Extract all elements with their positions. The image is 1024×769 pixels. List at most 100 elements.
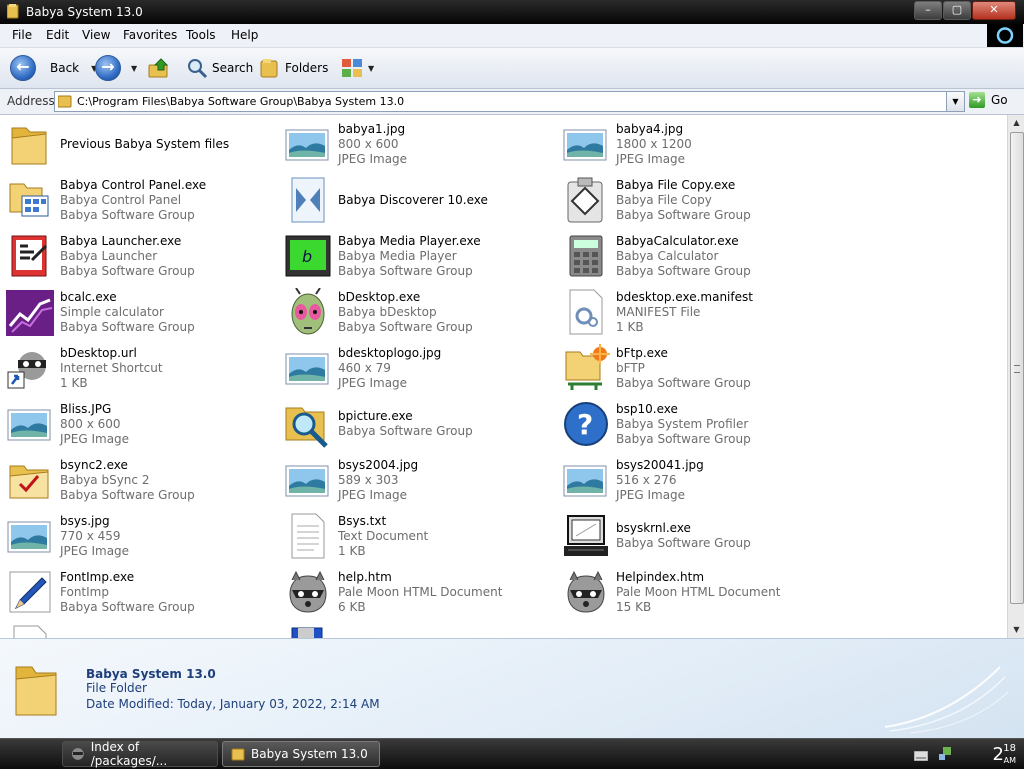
forward-button[interactable]: → ▼ xyxy=(95,55,137,81)
file-item-bliss-jpg[interactable]: Bliss.JPG 800 x 600 JPEG Image xyxy=(6,398,276,450)
file-detail-2: JPEG Image xyxy=(60,544,130,558)
file-detail-2: 1 KB xyxy=(616,320,644,334)
file-detail-1: Babya System Profiler xyxy=(616,417,749,431)
file-item-helpindex-htm[interactable]: Helpindex.htm Pale Moon HTML Document 15 K… xyxy=(562,566,832,618)
menu-help[interactable]: Help xyxy=(231,28,258,42)
computer-icon xyxy=(562,512,610,560)
toolbar: ← Back ▼ → ▼ Search Folders ▼ xyxy=(0,48,1024,89)
title-bar[interactable]: Babya System 13.0 – ▢ ✕ xyxy=(0,0,1024,24)
search-label: Search xyxy=(212,61,254,75)
file-item-unins000-dat[interactable]: unins000.dat xyxy=(6,622,276,638)
clock-ampm: AM xyxy=(1003,756,1016,765)
minimize-button[interactable]: – xyxy=(914,1,942,20)
folders-button[interactable]: Folders xyxy=(259,55,328,81)
file-detail-2: Babya Software Group xyxy=(616,432,751,446)
file-item-bsys-jpg[interactable]: bsys.jpg 770 x 459 JPEG Image xyxy=(6,510,276,562)
file-item-babya-media-player-exe[interactable]: b Babya Media Player.exe Babya Media Playe… xyxy=(284,230,554,282)
file-detail-1: Babya Media Player xyxy=(338,249,457,263)
file-item-babyacalculator-exe[interactable]: BabyaCalculator.exe Babya Calculator Babya… xyxy=(562,230,832,282)
folders-label: Folders xyxy=(285,61,329,75)
file-item-bdesktop-exe-manifest[interactable]: bdesktop.exe.manifest MANIFEST File 1 KB xyxy=(562,286,832,338)
file-item-bpicture-exe[interactable]: bpicture.exe Babya Software Group xyxy=(284,398,554,450)
search-button[interactable]: Search xyxy=(186,55,253,81)
address-dropdown-icon[interactable]: ▼ xyxy=(946,91,965,112)
go-button[interactable]: ➜ Go xyxy=(969,92,1008,108)
menu-tools[interactable]: Tools xyxy=(186,28,216,42)
file-item-unins000-exe[interactable]: unins000.exe xyxy=(284,622,554,638)
taskbar-item-label: Babya System 13.0 xyxy=(251,747,368,761)
file-name: bdesktoplogo.jpg xyxy=(338,346,442,360)
document-icon xyxy=(6,624,54,638)
taskbar-item-explorer[interactable]: Babya System 13.0 xyxy=(222,741,380,767)
file-item-previous-babya-system-files[interactable]: Previous Babya System files xyxy=(6,118,276,170)
file-item-fontimp-exe[interactable]: FontImp.exe FontImp Babya Software Group xyxy=(6,566,276,618)
back-button[interactable]: ← Back ▼ xyxy=(10,55,97,81)
keyboard-icon[interactable] xyxy=(914,751,928,761)
file-detail-1: Babya File Copy xyxy=(616,193,712,207)
address-label: Address xyxy=(7,94,55,108)
file-item-babya1-jpg[interactable]: babya1.jpg 800 x 600 JPEG Image xyxy=(284,118,554,170)
clock-minute: 18 xyxy=(1003,743,1016,754)
file-item-bsys-txt[interactable]: Bsys.txt Text Document 1 KB xyxy=(284,510,554,562)
file-name: bDesktop.url xyxy=(60,346,137,360)
file-detail-2: Babya Software Group xyxy=(338,264,473,278)
address-input[interactable]: C:\Program Files\Babya Software Group\Ba… xyxy=(54,91,948,112)
file-item-bsyskrnl-exe[interactable]: bsyskrnl.exe Babya Software Group xyxy=(562,510,832,562)
file-detail-2: Babya Software Group xyxy=(616,264,751,278)
menu-favorites[interactable]: Favorites xyxy=(123,28,177,42)
scroll-thumb[interactable] xyxy=(1010,132,1024,604)
file-item-text: bDesktop.exe Babya bDesktop Babya Software… xyxy=(338,290,552,335)
file-item-babya-launcher-exe[interactable]: Babya Launcher.exe Babya Launcher Babya So… xyxy=(6,230,276,282)
image-icon xyxy=(284,456,332,504)
menu-view[interactable]: View xyxy=(82,28,110,42)
file-item-help-htm[interactable]: help.htm Pale Moon HTML Document 6 KB xyxy=(284,566,554,618)
file-item-bsync2-exe[interactable]: bsync2.exe Babya bSync 2 Babya Software Gr… xyxy=(6,454,276,506)
file-item-bsys20041-jpg[interactable]: bsys20041.jpg 516 x 276 JPEG Image xyxy=(562,454,832,506)
grip-icon xyxy=(1014,365,1020,373)
file-name: bpicture.exe xyxy=(338,409,413,423)
search-icon xyxy=(188,59,208,79)
file-item-bdesktop-url[interactable]: bDesktop.url Internet Shortcut 1 KB xyxy=(6,342,276,394)
views-dropdown-icon[interactable]: ▼ xyxy=(368,64,374,73)
file-detail-2: Babya Software Group xyxy=(60,208,195,222)
menu-edit[interactable]: Edit xyxy=(46,28,69,42)
image-icon xyxy=(562,456,610,504)
file-item-babya4-jpg[interactable]: babya4.jpg 1800 x 1200 JPEG Image xyxy=(562,118,832,170)
scroll-up-icon[interactable]: ▲ xyxy=(1008,115,1024,131)
checked-folder-icon xyxy=(6,456,54,504)
file-name: Babya Control Panel.exe xyxy=(60,178,207,192)
views-button[interactable]: ▼ xyxy=(341,55,374,81)
file-detail-2: Babya Software Group xyxy=(60,488,195,502)
file-list[interactable]: Previous Babya System files babya1.jpg 800… xyxy=(0,115,1007,638)
up-folder-button[interactable] xyxy=(148,55,170,81)
file-item-bftp-exe[interactable]: bFtp.exe bFTP Babya Software Group xyxy=(562,342,832,394)
file-item-text: bsys20041.jpg 516 x 276 JPEG Image xyxy=(616,458,830,503)
menu-bar: File Edit View Favorites Tools Help xyxy=(0,24,1024,48)
file-item-bcalc-exe[interactable]: bcalc.exe Simple calculator Babya Software… xyxy=(6,286,276,338)
file-item-bdesktoplogo-jpg[interactable]: bdesktoplogo.jpg 460 x 79 JPEG Image xyxy=(284,342,554,394)
menu-file[interactable]: File xyxy=(12,28,32,42)
vertical-scrollbar[interactable]: ▲ ▼ xyxy=(1007,115,1024,638)
forward-arrow-icon: → xyxy=(95,55,121,81)
file-item-babya-discoverer-10-exe[interactable]: Babya Discoverer 10.exe xyxy=(284,174,554,226)
file-item-bsp10-exe[interactable]: ? bsp10.exe Babya System Profiler Babya Sof… xyxy=(562,398,832,450)
go-arrow-icon: ➜ xyxy=(969,92,985,108)
network-icon[interactable] xyxy=(938,746,954,762)
scroll-down-icon[interactable]: ▼ xyxy=(1008,622,1024,638)
address-path: C:\Program Files\Babya Software Group\Ba… xyxy=(77,95,405,108)
file-item-text: babya1.jpg 800 x 600 JPEG Image xyxy=(338,122,552,167)
file-item-babya-file-copy-exe[interactable]: Babya File Copy.exe Babya File Copy Babya … xyxy=(562,174,832,226)
file-item-babya-control-panel-exe[interactable]: Babya Control Panel.exe Babya Control Pan… xyxy=(6,174,276,226)
forward-dropdown-icon[interactable]: ▼ xyxy=(131,64,137,73)
close-button[interactable]: ✕ xyxy=(972,1,1016,20)
taskbar-item-browser[interactable]: Index of /packages/... xyxy=(62,740,218,768)
image-icon xyxy=(562,120,610,168)
maximize-button[interactable]: ▢ xyxy=(943,1,971,20)
file-name: FontImp.exe xyxy=(60,570,135,584)
file-item-bsys2004-jpg[interactable]: bsys2004.jpg 589 x 303 JPEG Image xyxy=(284,454,554,506)
file-detail-2: Babya Software Group xyxy=(60,320,195,334)
details-name: Babya System 13.0 xyxy=(86,667,216,681)
svg-text:b: b xyxy=(302,247,312,266)
file-item-bdesktop-exe[interactable]: bDesktop.exe Babya bDesktop Babya Software… xyxy=(284,286,554,338)
file-name: bFtp.exe xyxy=(616,346,668,360)
